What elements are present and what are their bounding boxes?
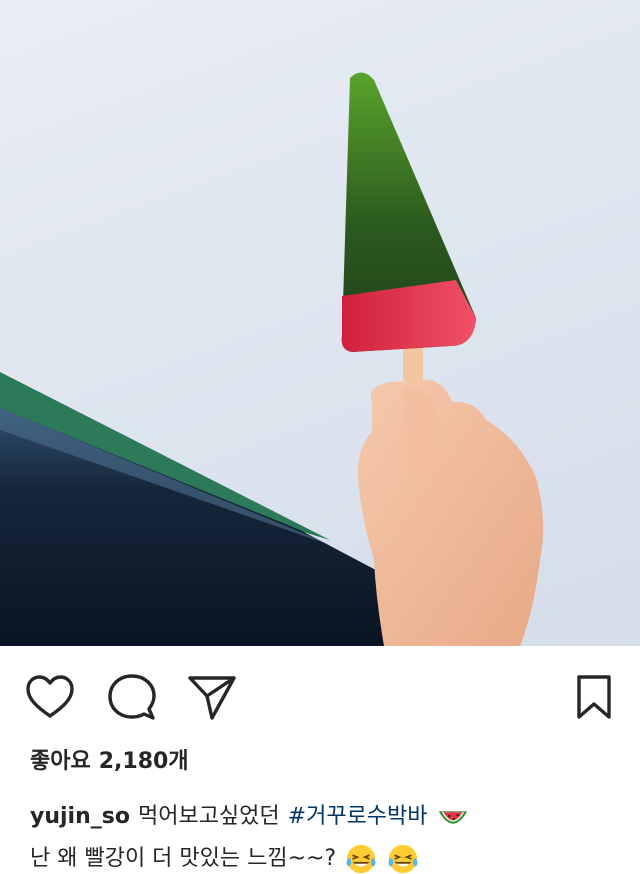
caption-text-2: 난 왜 빨강이 더 맛있는 느낌~~? [30, 846, 337, 871]
caption-line-1: yujin_so 먹어보고싶었던 #거꾸로수박바 [30, 796, 620, 838]
watermelon-emoji [438, 811, 467, 824]
laughing-tears-emoji [346, 844, 376, 874]
laughing-tears-emoji [388, 844, 418, 874]
post-caption: yujin_so 먹어보고싶었던 #거꾸로수박바 난 왜 빨강이 더 맛있는 느… [30, 796, 620, 874]
caption-text-1: 먹어보고싶었던 [137, 804, 280, 829]
heart-outline-icon[interactable] [25, 672, 75, 722]
likes-count[interactable]: 좋아요 2,180개 [30, 742, 189, 776]
bookmark-outline-icon[interactable] [569, 672, 619, 722]
caption-username[interactable]: yujin_so [30, 796, 130, 838]
hand [357, 380, 544, 646]
popsicle-photo-illustration [0, 72, 544, 646]
caption-line-2: 난 왜 빨강이 더 맛있는 느낌~~? [30, 838, 620, 874]
post-action-bar [0, 646, 640, 742]
paper-plane-icon[interactable] [187, 672, 237, 722]
comment-bubble-icon[interactable] [107, 672, 157, 722]
likes-label: 좋아요 [30, 749, 91, 774]
post-photo[interactable] [0, 0, 640, 646]
likes-number: 2,180개 [98, 749, 189, 774]
caption-hashtag[interactable]: #거꾸로수박바 [288, 796, 428, 838]
